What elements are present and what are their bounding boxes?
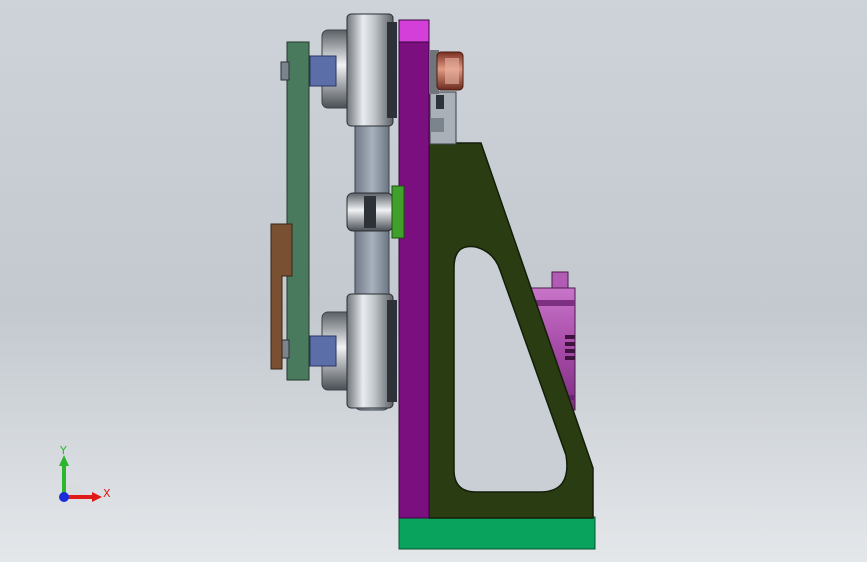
mount-plate-top [398, 19, 430, 43]
assembly-model[interactable]: Y X [0, 0, 867, 562]
drive-hub[interactable] [429, 50, 464, 94]
idler-pulley[interactable] [346, 185, 405, 239]
base-plate[interactable] [398, 516, 596, 550]
lower-pulley[interactable] [309, 293, 397, 409]
tension-arm[interactable] [280, 41, 310, 381]
mount-plate[interactable] [398, 19, 430, 519]
cad-viewport[interactable]: Y X [0, 0, 867, 562]
axis-triad: Y X [59, 444, 111, 502]
x-axis-label: X [103, 487, 111, 500]
y-axis-label: Y [59, 444, 67, 457]
upper-bracket[interactable] [429, 91, 457, 145]
upper-pulley[interactable] [309, 13, 397, 127]
